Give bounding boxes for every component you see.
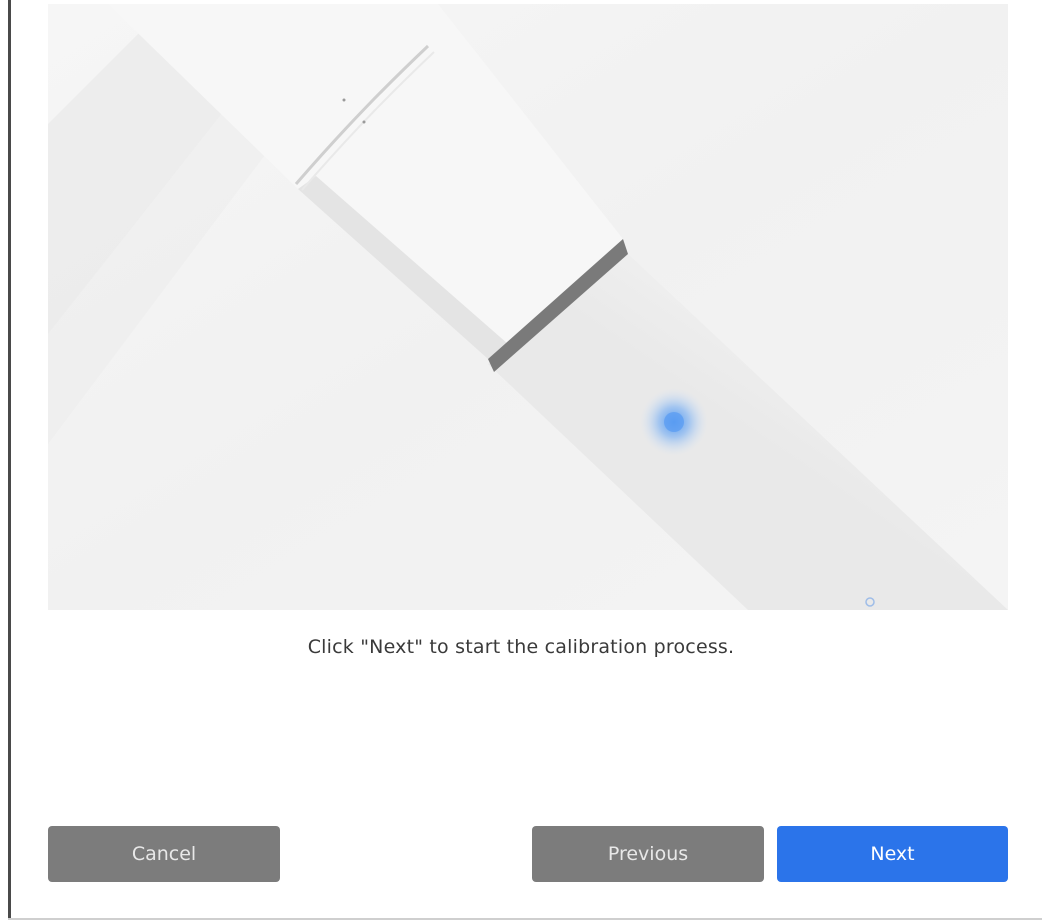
window-left-border — [8, 0, 11, 920]
calibration-dialog: Click "Next" to start the calibration pr… — [0, 0, 1042, 920]
previous-button[interactable]: Previous — [532, 826, 764, 882]
next-button[interactable]: Next — [777, 826, 1008, 882]
instruction-text: Click "Next" to start the calibration pr… — [307, 636, 735, 658]
cancel-button[interactable]: Cancel — [48, 826, 280, 882]
stylus-pen-illustration — [48, 4, 1008, 610]
